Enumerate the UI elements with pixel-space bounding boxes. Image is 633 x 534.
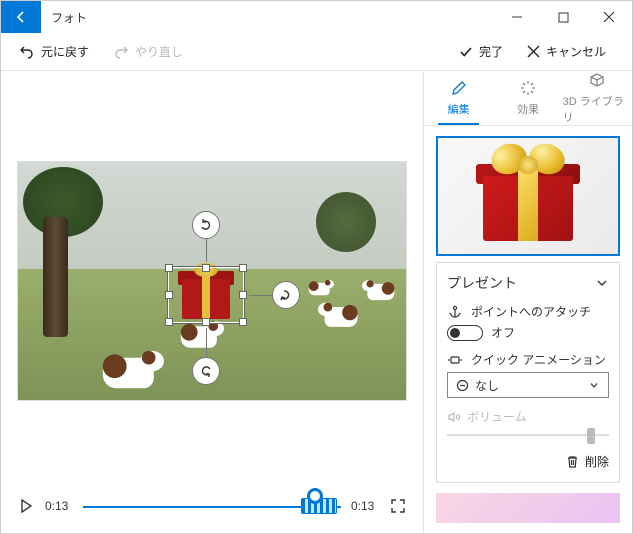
playhead[interactable] [307,488,323,504]
cancel-label: キャンセル [546,43,606,60]
animation-select[interactable]: なし [447,372,609,398]
stage-wrap [17,81,407,481]
delete-label: 削除 [585,453,609,470]
redo-button[interactable]: やり直し [105,39,191,64]
minimize-button[interactable] [494,1,540,33]
attach-state: オフ [491,324,515,341]
animation-label: クイック アニメーション [471,351,606,368]
object-thumbnail[interactable] [436,136,620,256]
rotate-handle-right[interactable] [272,281,300,309]
collapse-icon[interactable] [595,276,609,290]
done-label: 完了 [479,43,503,60]
done-button[interactable]: 完了 [451,39,511,64]
side-panel: 編集 効果 3D ライブラリ [423,71,632,533]
animation-value: なし [475,377,499,394]
close-button[interactable] [586,1,632,33]
fullscreen-button[interactable] [389,499,407,513]
photos-window: フォト 元に戻す やり直し 完了 キャンセル [0,0,633,534]
anchor-icon [447,305,463,319]
resize-handle[interactable] [165,264,173,272]
back-button[interactable] [1,1,41,33]
undo-label: 元に戻す [41,43,89,60]
tab-library-label: 3D ライブラリ [563,93,632,125]
delete-button[interactable]: 削除 [585,453,609,470]
object-title: プレゼント [447,273,517,293]
side-content: プレゼント ポイントへのアタッチ オフ [424,126,632,533]
titlebar: フォト [1,1,632,33]
tab-effects[interactable]: 効果 [493,71,562,125]
body: 0:13 0:13 編集 [1,71,632,533]
maximize-button[interactable] [540,1,586,33]
redo-label: やり直し [135,43,183,60]
tab-edit-label: 編集 [448,101,470,117]
resize-handle[interactable] [165,318,173,326]
resize-handle[interactable] [165,291,173,299]
timeline-track[interactable] [83,496,341,516]
attach-toggle[interactable] [447,325,483,341]
tab-effects-label: 効果 [517,101,539,117]
resize-handle[interactable] [239,264,247,272]
rotate-handle-bottom[interactable] [192,357,220,385]
minus-circle-icon [456,379,469,392]
canvas-area: 0:13 0:13 [1,71,423,533]
resize-handle[interactable] [202,318,210,326]
attach-label: ポイントへのアタッチ [471,303,591,320]
trash-icon [566,455,579,469]
volume-label: ボリューム [467,408,527,425]
resize-handle[interactable] [239,291,247,299]
volume-icon [447,410,461,424]
slider-thumb[interactable] [587,428,595,444]
toolbar: 元に戻す やり直し 完了 キャンセル [1,33,632,71]
object-properties-card: プレゼント ポイントへのアタッチ オフ [436,262,620,483]
timeline: 0:13 0:13 [17,481,407,525]
placed-3d-object[interactable] [168,267,244,323]
app-title: フォト [41,1,494,33]
tab-3d-library[interactable]: 3D ライブラリ [563,71,632,125]
play-button[interactable] [17,499,35,513]
chevron-down-icon [588,379,600,391]
side-tabs: 編集 効果 3D ライブラリ [424,71,632,126]
cancel-button[interactable]: キャンセル [519,39,614,64]
undo-button[interactable]: 元に戻す [11,39,97,64]
next-object-thumbnail[interactable] [436,493,620,523]
tab-edit[interactable]: 編集 [424,71,493,125]
current-time: 0:13 [45,499,73,513]
video-stage[interactable] [17,161,407,401]
total-time: 0:13 [351,499,379,513]
animation-icon [447,353,463,367]
selection-box [168,267,244,323]
rotate-handle-top[interactable] [192,211,220,239]
resize-handle[interactable] [202,264,210,272]
resize-handle[interactable] [239,318,247,326]
volume-slider[interactable] [447,425,609,443]
